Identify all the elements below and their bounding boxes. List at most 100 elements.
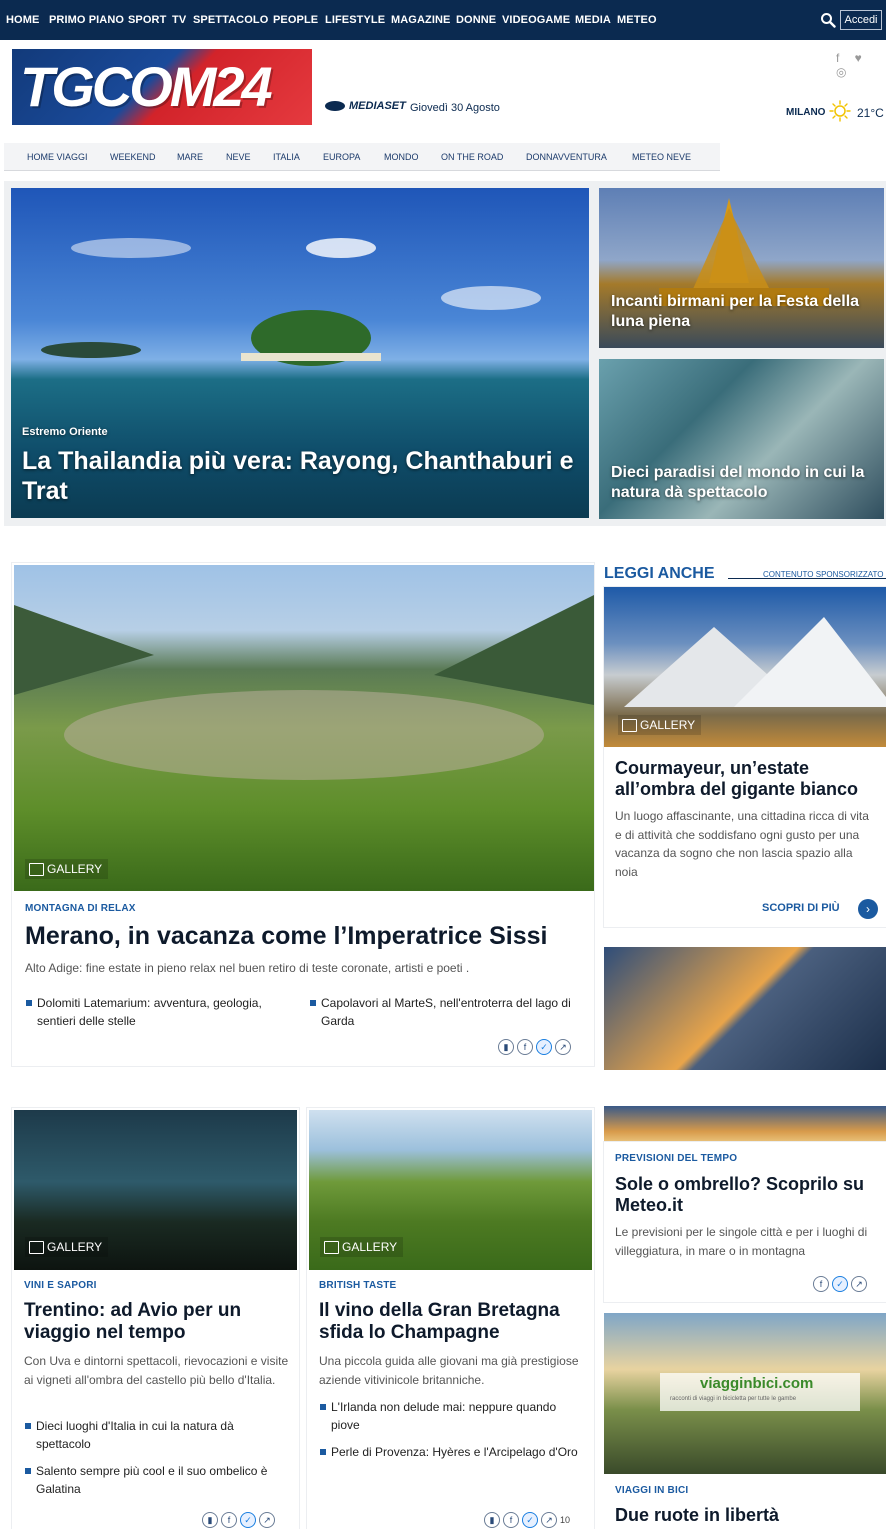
share-icon[interactable]: ↗ <box>259 1512 275 1528</box>
subnav-mondo[interactable]: MONDO <box>384 152 419 162</box>
weather-city[interactable]: MILANO <box>786 107 825 118</box>
nav-people[interactable]: PEOPLE <box>273 14 318 26</box>
twitter-icon[interactable]: ✓ <box>522 1512 538 1528</box>
hero-main-title[interactable]: La Thailandia più vera: Rayong, Chanthab… <box>22 446 582 506</box>
feature-gallery-badge: GALLERY <box>25 859 109 879</box>
nav-spettacolo[interactable]: SPETTACOLO <box>193 14 268 26</box>
feature-image[interactable]: GALLERY <box>14 565 594 891</box>
hero-main-image[interactable]: Estremo Oriente La Thailandia più vera: … <box>11 188 589 518</box>
nav-donne[interactable]: DONNE <box>456 14 496 26</box>
hero-side-image-2[interactable]: Dieci paradisi del mondo in cui la natur… <box>599 359 884 519</box>
subnav-europa[interactable]: EUROPA <box>323 152 360 162</box>
login-button[interactable]: Accedi <box>840 10 882 30</box>
feature-share-row: ▮ f ✓ ↗ <box>498 1039 571 1055</box>
subnav-weekend[interactable]: WEEKEND <box>110 152 156 162</box>
facebook-icon[interactable]: f <box>221 1512 237 1528</box>
sidebar-section-title: LEGGI ANCHE <box>604 565 715 582</box>
subnav-donnavventura[interactable]: DONNAVVENTURA <box>526 152 607 162</box>
nav-magazine[interactable]: MAGAZINE <box>391 14 450 26</box>
viagginbici-banner: viagginbici.com racconti di viaggi in bi… <box>660 1373 860 1411</box>
subnav-neve[interactable]: NEVE <box>226 152 251 162</box>
facebook-icon[interactable]: f <box>503 1512 519 1528</box>
mediaset-eye-icon <box>325 101 345 112</box>
subnav-home-viaggi[interactable]: HOME VIAGGI <box>27 152 88 162</box>
viagginbici-image[interactable]: viagginbici.com racconti di viaggi in bi… <box>604 1313 886 1474</box>
share-count: 10 <box>560 1515 571 1525</box>
feature-title[interactable]: Merano, in vacanza come l’Imperatrice Si… <box>25 922 585 951</box>
facebook-icon[interactable]: f <box>517 1039 533 1055</box>
feature-summary: Alto Adige: fine estate in pieno relax n… <box>25 961 470 975</box>
trentino-kicker[interactable]: VINI E SAPORI <box>24 1280 97 1291</box>
subnav-on-the-road[interactable]: ON THE ROAD <box>441 152 503 162</box>
share-icon[interactable]: ↗ <box>541 1512 557 1528</box>
bookmark-icon[interactable]: ▮ <box>498 1039 514 1055</box>
sky-image-top[interactable] <box>604 947 886 1070</box>
bookmark-icon[interactable]: ▮ <box>484 1512 500 1528</box>
mediaset-label: MEDIASET <box>349 100 406 112</box>
courmayeur-image[interactable]: GALLERY <box>604 587 886 747</box>
courmayeur-title[interactable]: Courmayeur, un’estate all’ombra del giga… <box>615 758 877 799</box>
hero-side-title-2[interactable]: Dieci paradisi del mondo in cui la natur… <box>611 463 871 503</box>
british-wine-related-link-2[interactable]: Perle di Provenza: Hyères e l'Arcipelago… <box>320 1443 581 1461</box>
subnav-italia[interactable]: ITALIA <box>273 152 300 162</box>
viagginbici-tagline: racconti di viaggi in bicicletta per tut… <box>670 1396 797 1402</box>
british-wine-image[interactable]: GALLERY <box>309 1110 592 1270</box>
hero-side-title-1[interactable]: Incanti birmani per la Festa della luna … <box>611 292 871 332</box>
trentino-gallery-badge: GALLERY <box>25 1237 109 1257</box>
bookmark-icon[interactable]: ▮ <box>202 1512 218 1528</box>
tgcom24-logo[interactable]: TGCOM24 <box>12 49 312 125</box>
nav-tv[interactable]: TV <box>172 14 186 26</box>
weather-temperature: 21°C <box>857 106 884 120</box>
british-wine-kicker[interactable]: BRITISH TASTE <box>319 1280 396 1291</box>
viagginbici-kicker[interactable]: VIAGGI IN BICI <box>615 1485 688 1496</box>
travel-subnav: HOME VIAGGI WEEKEND MARE NEVE ITALIA EUR… <box>4 143 720 171</box>
feature-related-link-1[interactable]: Dolomiti Latemarium: avventura, geologia… <box>26 994 287 1030</box>
share-icon[interactable]: ↗ <box>851 1276 867 1292</box>
search-icon[interactable] <box>820 12 836 28</box>
nav-media[interactable]: MEDIA <box>575 14 611 26</box>
twitter-icon[interactable]: ✓ <box>240 1512 256 1528</box>
nav-home[interactable]: HOME <box>6 14 39 26</box>
chevron-right-icon[interactable]: › <box>858 899 878 919</box>
share-icon[interactable]: ↗ <box>555 1039 571 1055</box>
facebook-icon[interactable]: f <box>813 1276 829 1292</box>
hero-side-image-1[interactable]: Incanti birmani per la Festa della luna … <box>599 188 884 348</box>
viagginbici-brand: viagginbici.com <box>700 1375 814 1392</box>
subnav-meteo-neve[interactable]: METEO NEVE <box>632 152 691 162</box>
british-wine-share-row: ▮ f ✓ ↗ 10 <box>484 1512 570 1528</box>
trentino-title[interactable]: Trentino: ad Avio per un viaggio nel tem… <box>24 1300 289 1344</box>
sky-image-bottom[interactable] <box>604 1106 886 1142</box>
trentino-related-link-2[interactable]: Salento sempre più cool e il suo ombelic… <box>25 1462 286 1498</box>
hero-main-kicker: Estremo Oriente <box>22 426 108 438</box>
logo-text: TGCOM24 <box>20 55 273 118</box>
british-wine-summary: Una piccola guida alle giovani ma già pr… <box>319 1354 579 1387</box>
nav-meteo[interactable]: METEO <box>617 14 657 26</box>
meteo-kicker[interactable]: PREVISIONI DEL TEMPO <box>615 1153 737 1164</box>
british-wine-related-link-1[interactable]: L'Irlanda non delude mai: neppure quando… <box>320 1398 581 1434</box>
social-icons[interactable]: f ♥ ◎ <box>836 51 886 79</box>
meteo-title[interactable]: Sole o ombrello? Scoprilo su Meteo.it <box>615 1174 877 1215</box>
trentino-related-link-1[interactable]: Dieci luoghi d'Italia in cui la natura d… <box>25 1417 286 1453</box>
subnav-mare[interactable]: MARE <box>177 152 203 162</box>
nav-sport[interactable]: SPORT <box>128 14 166 26</box>
nav-primo-piano[interactable]: PRIMO PIANO <box>49 14 124 26</box>
nav-videogame[interactable]: VIDEOGAME <box>502 14 570 26</box>
twitter-icon[interactable]: ✓ <box>832 1276 848 1292</box>
sun-icon <box>829 100 851 122</box>
mediaset-brand: MEDIASET <box>325 100 406 112</box>
trentino-share-row: ▮ f ✓ ↗ <box>202 1512 275 1528</box>
twitter-icon[interactable]: ✓ <box>536 1039 552 1055</box>
trentino-image[interactable]: GALLERY <box>14 1110 297 1270</box>
nav-lifestyle[interactable]: LIFESTYLE <box>325 14 385 26</box>
valley-illustration <box>14 595 594 780</box>
top-navigation-bar: HOME PRIMO PIANO SPORT TV SPETTACOLO PEO… <box>0 0 886 40</box>
feature-kicker[interactable]: MONTAGNA DI RELAX <box>25 903 136 914</box>
current-date: Giovedì 30 Agosto <box>410 102 500 114</box>
viagginbici-title[interactable]: Due ruote in libertà <box>615 1505 877 1526</box>
discover-more-link[interactable]: SCOPRI DI PIÙ <box>762 902 840 914</box>
feature-related-link-2[interactable]: Capolavori al MarteS, nell'entroterra de… <box>310 994 581 1030</box>
british-wine-gallery-badge: GALLERY <box>320 1237 404 1257</box>
courmayeur-summary: Un luogo affascinante, una cittadina ric… <box>615 809 869 879</box>
sponsored-label: CONTENUTO SPONSORIZZATO <box>763 570 884 579</box>
british-wine-title[interactable]: Il vino della Gran Bretagna sfida lo Cha… <box>319 1300 584 1344</box>
